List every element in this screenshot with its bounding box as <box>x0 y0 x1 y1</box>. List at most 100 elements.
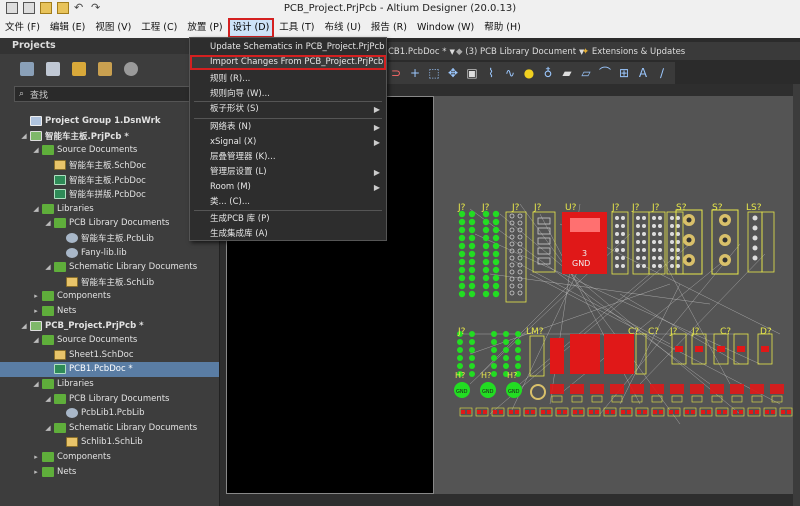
pad-ring <box>509 234 515 240</box>
expand-arrow-icon[interactable]: ◢ <box>44 424 52 432</box>
tree-item[interactable]: 智能车主板.PcbDoc <box>0 172 219 187</box>
menu-item[interactable]: 设计 (D) <box>227 18 275 38</box>
menu-item[interactable]: 编辑 (E) <box>45 18 90 38</box>
switch-hole <box>686 257 692 263</box>
design-menu-item[interactable]: 规则 (R)... <box>190 72 386 87</box>
tree-item[interactable]: 智能车主板.PcbLib <box>0 231 219 246</box>
text-icon[interactable]: A <box>636 66 650 80</box>
menu-item[interactable]: 工具 (T) <box>274 18 319 38</box>
design-menu-item[interactable]: 类... (C)... <box>190 195 386 210</box>
through-hole-pad <box>492 242 500 250</box>
route-icon[interactable]: ⊃ <box>389 66 403 80</box>
expand-arrow-icon[interactable]: ◢ <box>32 205 40 213</box>
menu-item[interactable]: 文件 (F) <box>0 18 45 38</box>
expand-arrow-icon[interactable]: ▸ <box>32 453 40 461</box>
menu-item[interactable]: 报告 (R) <box>366 18 412 38</box>
header-pin <box>670 248 674 252</box>
menu-item[interactable]: Window (W) <box>412 18 479 38</box>
tree-item[interactable]: ◢ PCB Library Documents <box>0 216 219 231</box>
tree-item[interactable]: Fany-lib.lib <box>0 245 219 260</box>
menu-item[interactable]: 布线 (U) <box>320 18 366 38</box>
design-menu-item[interactable]: 层叠管理器 (K)... <box>190 150 386 165</box>
smd-pad <box>531 410 535 414</box>
chevron-down-icon[interactable]: ▼ <box>449 48 454 56</box>
expand-arrow-icon[interactable]: ◢ <box>20 322 28 330</box>
tree-item[interactable]: ◢ Libraries <box>0 202 219 217</box>
tree-item[interactable]: ◢ 智能车主板.PrjPcb * <box>0 129 219 144</box>
tree-item[interactable]: ▸ Nets <box>0 304 219 319</box>
expand-arrow-icon[interactable]: ◢ <box>20 132 28 140</box>
polygon-icon[interactable]: ▱ <box>579 66 593 80</box>
save-icon[interactable] <box>20 62 34 76</box>
tree-item[interactable]: Sheet1.SchDoc <box>0 348 219 363</box>
save-all-icon[interactable] <box>46 62 60 76</box>
arc-icon[interactable]: ⌒ <box>598 66 612 80</box>
diff-pair-icon[interactable]: ∿ <box>503 66 517 80</box>
expand-arrow-icon[interactable]: ▸ <box>32 307 40 315</box>
tree-item[interactable]: ▸ Nets <box>0 464 219 479</box>
design-menu-item[interactable]: 生成集成库 (A) <box>190 227 386 242</box>
tree-item[interactable]: PCB1.PcbDoc * <box>0 362 219 377</box>
submenu-arrow-icon: ▶ <box>373 168 380 177</box>
interactive-route-icon[interactable]: ⌇ <box>484 66 498 80</box>
tree-item[interactable]: PcbLib1.PcbLib <box>0 406 219 421</box>
tree-item[interactable]: ◢ PCB_Project.PrjPcb * <box>0 318 219 333</box>
open-project-icon[interactable] <box>72 62 86 76</box>
tab-pcb1[interactable]: CB1.PcbDoc * ▼ <box>388 44 455 60</box>
expand-arrow-icon[interactable]: ▸ <box>32 292 40 300</box>
design-menu-item[interactable]: Room (M) ▶ <box>190 180 386 195</box>
line-icon[interactable]: ∕ <box>655 66 669 80</box>
design-menu-item[interactable]: 生成PCB 库 (P) <box>190 212 386 227</box>
tab-pcb-library[interactable]: ◆ (3) PCB Library Document ▼ <box>456 44 584 60</box>
design-menu-item[interactable]: 网络表 (N) ▶ <box>190 120 386 135</box>
tree-item[interactable]: ▸ Components <box>0 450 219 465</box>
tab-extensions[interactable]: ✦ Extensions & Updates <box>582 44 685 60</box>
menu-item[interactable]: 帮助 (H) <box>479 18 526 38</box>
tree-item[interactable]: ◢ Source Documents <box>0 333 219 348</box>
tree-item[interactable]: 智能车拼版.PcbDoc <box>0 187 219 202</box>
tree-item[interactable]: 智能车主板.SchDoc <box>0 158 219 173</box>
expand-arrow-icon[interactable]: ◢ <box>32 146 40 154</box>
smd-pad <box>541 410 545 414</box>
move-icon[interactable]: ✥ <box>446 66 460 80</box>
tree-item[interactable]: Schlib1.SchLib <box>0 435 219 450</box>
header-pin <box>642 256 646 260</box>
design-menu-item[interactable]: Update Schematics in PCB_Project.PrjPcb <box>190 40 386 55</box>
expand-arrow-icon[interactable]: ▸ <box>32 468 40 476</box>
through-hole-pad <box>482 274 490 282</box>
tree-item[interactable]: ◢ Schematic Library Documents <box>0 260 219 275</box>
tree-item[interactable]: 智能车主板.SchLib <box>0 275 219 290</box>
design-menu-item[interactable]: Import Changes From PCB_Project.PrjPcb <box>190 55 386 70</box>
tree-item[interactable]: ▸ Components <box>0 289 219 304</box>
design-menu-item[interactable]: 规则向导 (W)... <box>190 87 386 102</box>
dimension-icon[interactable]: ⊞ <box>617 66 631 80</box>
project-folder-icon[interactable] <box>98 62 112 76</box>
menu-item[interactable]: 视图 (V) <box>90 18 136 38</box>
component-icon[interactable]: ▣ <box>465 66 479 80</box>
via-icon[interactable]: ♁ <box>541 66 555 80</box>
expand-arrow-icon[interactable]: ◢ <box>32 380 40 388</box>
design-menu-item[interactable]: 板子形状 (S) ▶ <box>190 102 386 117</box>
expand-arrow-icon[interactable]: ◢ <box>32 336 40 344</box>
menu-item[interactable]: 放置 (P) <box>182 18 227 38</box>
pad-icon[interactable]: ● <box>522 66 536 80</box>
tree-item[interactable]: ◢ Schematic Library Documents <box>0 420 219 435</box>
expand-arrow-icon[interactable]: ◢ <box>44 395 52 403</box>
vertical-scrollbar[interactable] <box>793 84 800 506</box>
tree-item[interactable]: ◢ PCB Library Documents <box>0 391 219 406</box>
tree-item[interactable]: ◢ Source Documents <box>0 143 219 158</box>
menu-item[interactable]: 工程 (C) <box>136 18 182 38</box>
expand-arrow-icon[interactable]: ◢ <box>44 263 52 271</box>
tree-item-label: Fany-lib.lib <box>81 247 127 258</box>
select-rect-icon[interactable]: ⬚ <box>427 66 441 80</box>
tree-item[interactable]: ◢ Libraries <box>0 377 219 392</box>
tree-item[interactable]: Project Group 1.DsnWrk <box>0 114 219 129</box>
crosshair-icon[interactable]: + <box>408 66 422 80</box>
design-menu-item[interactable]: 管理层设置 (L) ▶ <box>190 165 386 180</box>
expand-arrow-icon[interactable]: ◢ <box>44 219 52 227</box>
tree-item-label: Sheet1.SchDoc <box>69 349 134 360</box>
fill-icon[interactable]: ▰ <box>560 66 574 80</box>
gear-icon[interactable] <box>124 62 138 76</box>
search-box[interactable]: ⌕ 查找 <box>14 86 211 102</box>
design-menu-item[interactable]: xSignal (X) ▶ <box>190 135 386 150</box>
